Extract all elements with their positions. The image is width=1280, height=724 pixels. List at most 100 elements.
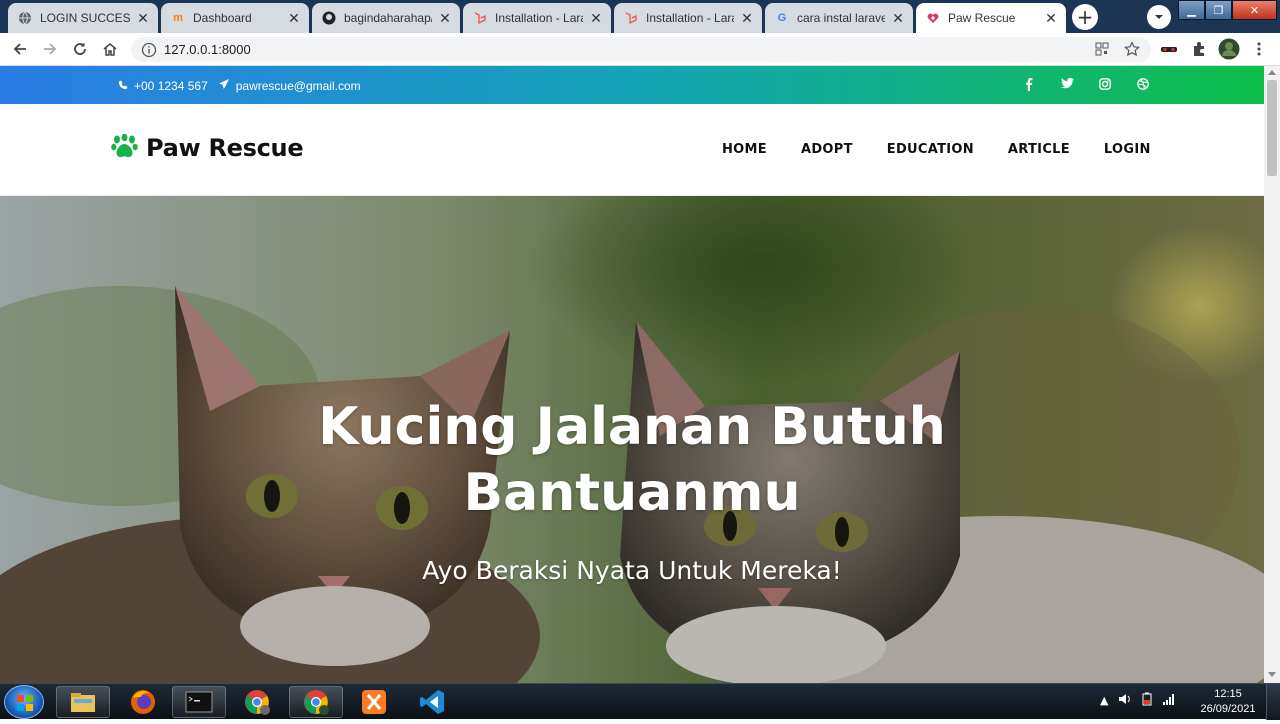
paw-icon (111, 133, 138, 162)
reload-button[interactable] (69, 38, 91, 60)
bookmark-star-icon[interactable] (1123, 40, 1141, 58)
instagram-icon[interactable] (1086, 78, 1124, 91)
scrollbar-thumb[interactable] (1267, 80, 1277, 176)
main-menu: HOME ADOPT EDUCATION ARTICLE LOGIN (722, 142, 1185, 157)
tab-laravel-install-2[interactable]: Installation - Larav ✕ (614, 3, 762, 33)
hero-banner: Kucing Jalanan Butuh Bantuanmu Ayo Berak… (0, 196, 1264, 683)
scroll-up-arrow-icon[interactable] (1268, 70, 1276, 75)
github-icon (322, 11, 336, 25)
nav-article[interactable]: ARTICLE (1008, 142, 1070, 157)
scroll-down-arrow-icon[interactable] (1268, 672, 1276, 677)
email-address[interactable]: pawrescue@gmail.com (236, 79, 361, 93)
terminal-icon (185, 691, 213, 713)
chrome-profile-button[interactable] (230, 686, 284, 718)
tab-search-button[interactable] (1147, 5, 1171, 29)
battery-icon[interactable] (1142, 692, 1152, 709)
clock-date: 26/09/2021 (1200, 703, 1256, 715)
paw-heart-icon (926, 11, 940, 25)
network-signal-icon[interactable] (1162, 693, 1176, 708)
tab-title: bagindaharahap/t (344, 11, 432, 25)
globe-icon (18, 11, 32, 25)
tab-google-search[interactable]: G cara instal laravel ✕ (765, 3, 913, 33)
close-tab-icon[interactable]: ✕ (1044, 10, 1058, 27)
new-tab-button[interactable]: + (1072, 4, 1098, 30)
file-explorer-button[interactable] (56, 686, 110, 718)
brand-logo[interactable]: Paw Rescue (111, 133, 304, 162)
close-tab-icon[interactable]: ✕ (589, 10, 603, 27)
close-tab-icon[interactable]: ✕ (740, 10, 754, 27)
nav-education[interactable]: EDUCATION (887, 142, 974, 157)
close-tab-icon[interactable]: ✕ (891, 10, 905, 27)
dribbble-icon[interactable] (1124, 78, 1162, 91)
tab-github[interactable]: bagindaharahap/t ✕ (312, 3, 460, 33)
maximize-button[interactable]: ❐ (1205, 0, 1232, 20)
qr-code-icon[interactable] (1093, 40, 1111, 58)
moodle-icon: m (173, 11, 183, 24)
nav-login[interactable]: LOGIN (1104, 142, 1151, 157)
terminal-button[interactable] (172, 686, 226, 718)
minimize-button[interactable]: ▁ (1178, 0, 1205, 20)
chrome-icon (304, 690, 329, 715)
forward-button[interactable] (39, 38, 61, 60)
laravel-icon (473, 11, 487, 25)
webpage: +00 1234 567 pawrescue@gmail.com Paw Res… (0, 66, 1264, 683)
profile-avatar[interactable] (1218, 38, 1240, 60)
windows-logo-icon (17, 695, 33, 711)
tab-paw-rescue[interactable]: Paw Rescue ✕ (916, 3, 1066, 33)
start-button[interactable] (4, 685, 44, 719)
main-navbar: Paw Rescue HOME ADOPT EDUCATION ARTICLE … (0, 104, 1264, 196)
twitter-icon[interactable] (1048, 78, 1086, 91)
close-tab-icon[interactable]: ✕ (287, 10, 301, 27)
vscode-button[interactable] (405, 686, 459, 718)
brand-name: Paw Rescue (146, 134, 304, 162)
back-button[interactable] (9, 38, 31, 60)
tab-title: Dashboard (193, 11, 252, 25)
show-desktop-button[interactable] (1266, 684, 1280, 720)
vscode-icon (420, 690, 444, 714)
url-text: 127.0.0.1:8000 (164, 42, 251, 57)
phone-number[interactable]: +00 1234 567 (134, 79, 208, 93)
xampp-button[interactable] (347, 686, 401, 718)
folder-icon (71, 693, 95, 712)
chrome-icon (245, 690, 270, 715)
info-icon[interactable] (141, 42, 157, 58)
reload-icon (74, 42, 86, 55)
nav-home[interactable]: HOME (722, 142, 767, 157)
tab-laravel-install-1[interactable]: Installation - Larav ✕ (463, 3, 611, 33)
facebook-icon[interactable] (1010, 78, 1048, 91)
chevron-down-icon (1155, 15, 1163, 19)
extensions-puzzle-icon[interactable] (1190, 40, 1208, 58)
hero-title-line-2: Bantuanmu (463, 463, 801, 523)
close-tab-icon[interactable]: ✕ (136, 10, 150, 27)
tab-login-success[interactable]: LOGIN SUCCESS ✕ (8, 3, 158, 33)
volume-icon[interactable] (1118, 693, 1132, 708)
show-hidden-icons-icon[interactable]: ▲ (1100, 694, 1108, 707)
close-tab-icon[interactable]: ✕ (438, 10, 452, 27)
back-arrow-icon (13, 43, 26, 55)
firefox-button[interactable] (116, 686, 170, 718)
google-icon: G (777, 11, 787, 24)
nav-adopt[interactable]: ADOPT (801, 142, 853, 157)
address-toolbar: 127.0.0.1:8000 (0, 33, 1280, 66)
page-scrollbar[interactable] (1264, 66, 1280, 683)
url-bar[interactable]: 127.0.0.1:8000 (131, 37, 1151, 62)
contact-info: +00 1234 567 pawrescue@gmail.com (118, 78, 371, 93)
tab-title: LOGIN SUCCESS (40, 11, 130, 25)
hero-title-line-1: Kucing Jalanan Butuh (318, 397, 946, 457)
tab-dashboard[interactable]: m Dashboard ✕ (161, 3, 309, 33)
firefox-icon (131, 690, 155, 714)
forward-arrow-icon (44, 43, 57, 55)
incognito-extension-icon[interactable] (1160, 40, 1178, 58)
browser-tab-strip: LOGIN SUCCESS ✕ m Dashboard ✕ bagindahar… (0, 0, 1280, 33)
chrome-button[interactable] (289, 686, 343, 718)
tab-title: Paw Rescue (948, 11, 1016, 25)
more-menu-icon[interactable] (1250, 40, 1268, 58)
close-window-button[interactable]: ✕ (1232, 0, 1277, 20)
paper-plane-icon (218, 78, 230, 93)
system-clock[interactable]: 12:15 26/09/2021 (1198, 687, 1258, 717)
hero-subtitle: Ayo Beraksi Nyata Untuk Mereka! (422, 556, 842, 585)
hero-title: Kucing Jalanan Butuh Bantuanmu (0, 394, 1264, 526)
windows-taskbar: ▲ 12:15 26/09/2021 (0, 683, 1280, 720)
home-button[interactable] (99, 38, 121, 60)
phone-icon (118, 79, 128, 93)
